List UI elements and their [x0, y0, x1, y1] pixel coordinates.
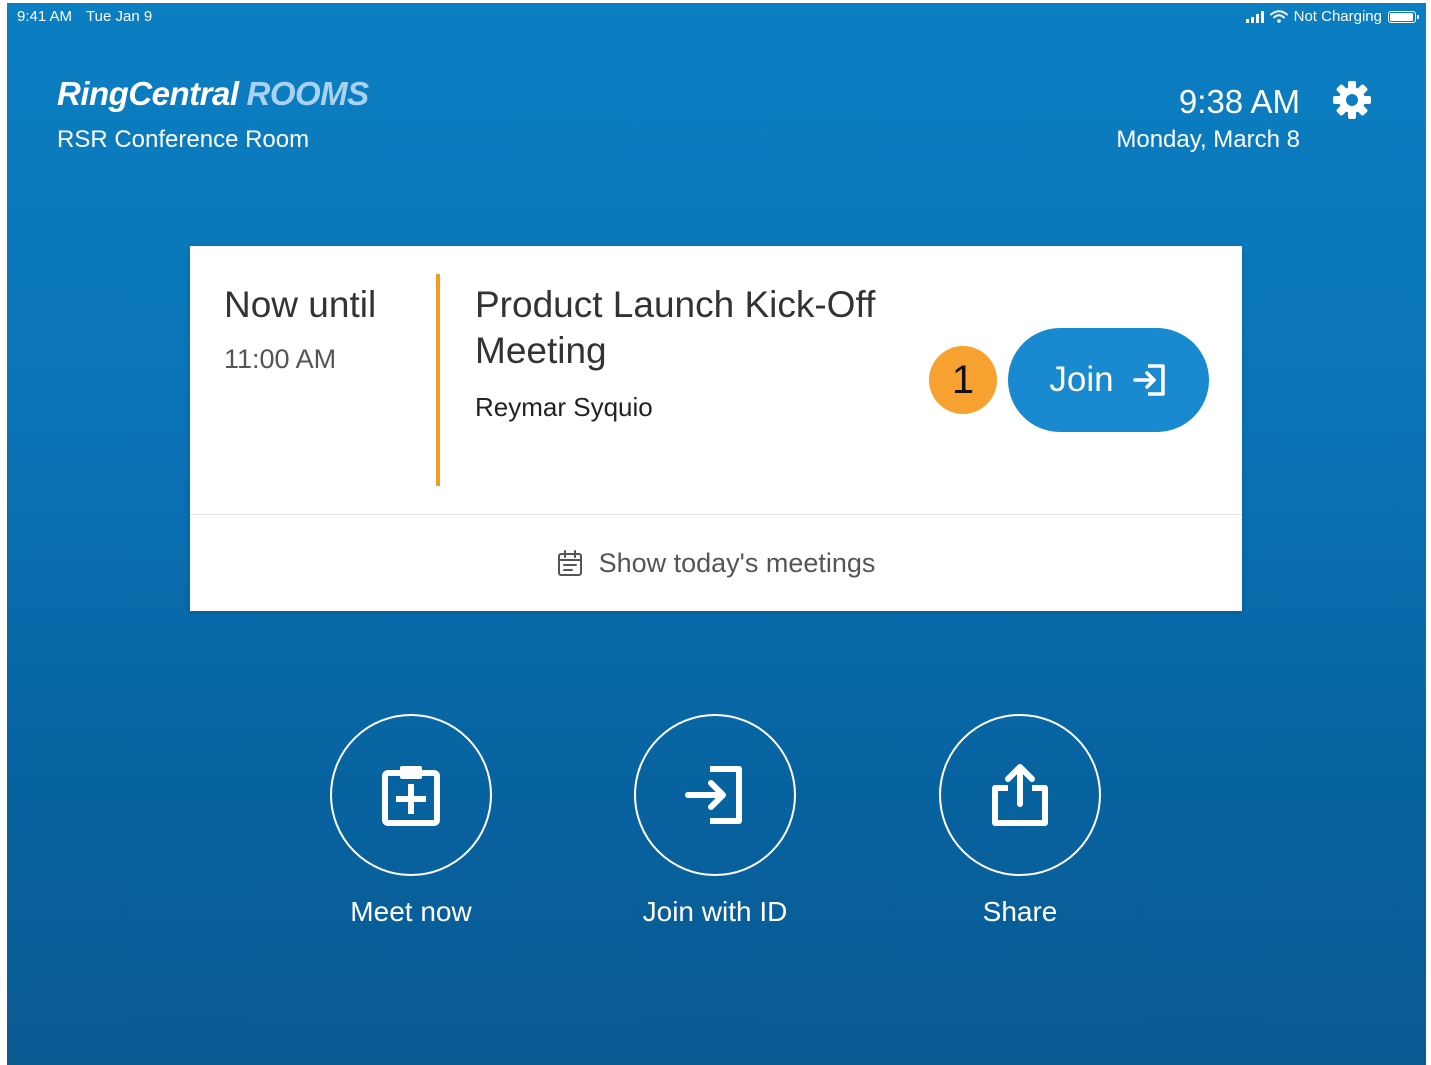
current-meeting-card: Now until 11:00 AM Product Launch Kick-O… — [190, 246, 1242, 611]
wifi-icon — [1269, 10, 1288, 23]
show-meetings-label: Show today's meetings — [598, 547, 876, 578]
cellular-signal-icon — [1245, 10, 1264, 23]
meet-now-button[interactable]: Meet now — [301, 714, 521, 928]
ringcentral-rooms-logo: RingCentral ROOMS — [57, 75, 369, 113]
share-label: Share — [982, 896, 1058, 927]
calendar-icon — [557, 550, 582, 576]
now-until-label: Now until — [224, 284, 377, 325]
meet-now-label: Meet now — [350, 896, 472, 927]
logo-brand: RingCentral — [57, 75, 239, 112]
enter-icon — [1132, 364, 1165, 396]
clock: 9:38 AM — [1178, 83, 1300, 120]
gear-icon[interactable] — [1332, 80, 1372, 120]
charging-status: Not Charging — [1293, 8, 1382, 25]
show-todays-meetings-button[interactable]: Show today's meetings — [190, 515, 1242, 611]
join-with-id-button[interactable]: Join with ID — [605, 714, 825, 928]
share-button[interactable]: Share — [910, 714, 1130, 928]
status-time: 9:41 AM — [17, 8, 73, 25]
join-with-id-icon — [685, 766, 742, 824]
join-button-label: Join — [1049, 360, 1114, 399]
meeting-organizer: Reymar Syquio — [475, 392, 653, 422]
meeting-accent-bar — [436, 274, 440, 486]
meet-now-icon — [382, 766, 440, 826]
share-icon — [992, 764, 1048, 826]
battery-icon — [1388, 10, 1419, 23]
meeting-title: Product Launch Kick-Off Meeting — [475, 284, 876, 371]
status-bar: 9:41 AM Tue Jan 9 Not Charging — [7, 3, 1426, 31]
status-date: Tue Jan 9 — [86, 8, 153, 25]
step-number-badge: 1 — [929, 346, 997, 414]
meeting-end-time: 11:00 AM — [224, 344, 337, 374]
room-name: RSR Conference Room — [57, 126, 310, 153]
join-meeting-button[interactable]: Join — [1008, 328, 1209, 432]
home-screen: 9:41 AM Tue Jan 9 Not Charging RingCentr… — [7, 3, 1426, 1065]
logo-product: ROOMS — [246, 75, 370, 112]
join-with-id-label: Join with ID — [642, 896, 788, 927]
current-date: Monday, March 8 — [1116, 126, 1300, 153]
